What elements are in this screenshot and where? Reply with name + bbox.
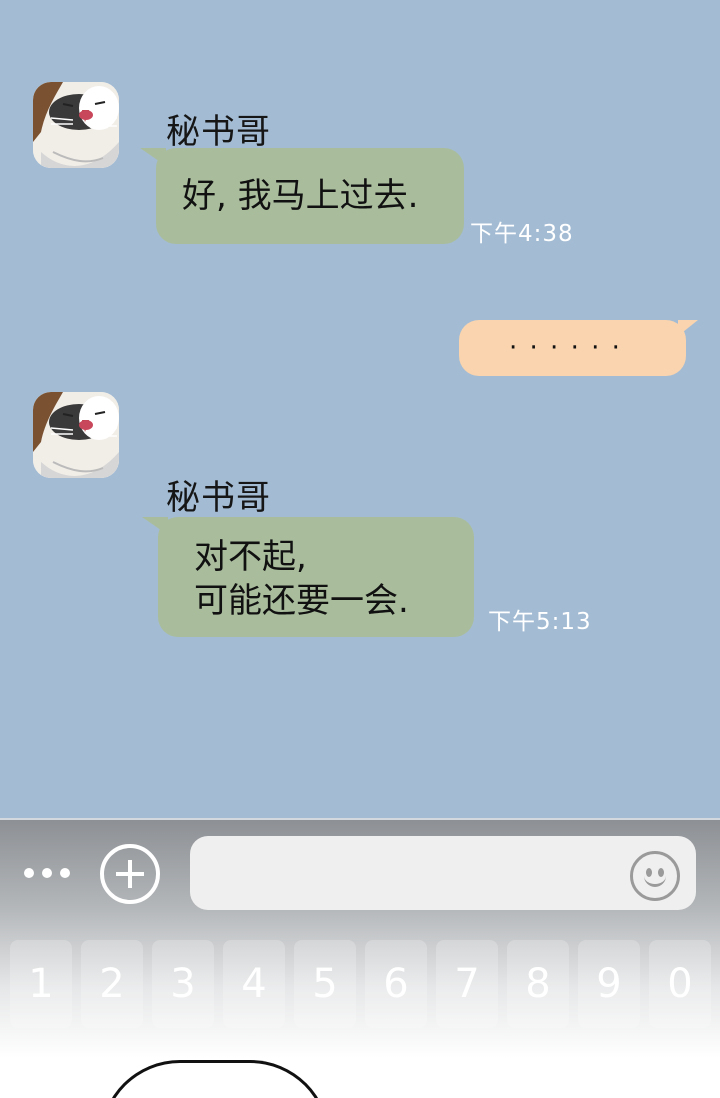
key-8[interactable]: 8 bbox=[507, 940, 569, 1028]
message-bubble-incoming[interactable]: 好, 我马上过去. bbox=[156, 148, 464, 244]
chat-area[interactable]: 秘书哥 好, 我马上过去. 下午4:38 · · · · · · 秘书哥 对不起… bbox=[0, 0, 720, 818]
message-text: 好, 我马上过去. bbox=[182, 176, 419, 216]
key-0[interactable]: 0 bbox=[649, 940, 711, 1028]
avatar[interactable] bbox=[33, 82, 119, 168]
message-text: · · · · · · bbox=[509, 333, 622, 363]
key-6[interactable]: 6 bbox=[365, 940, 427, 1028]
message-text: 对不起, 可能还要一会. bbox=[194, 537, 409, 621]
key-9[interactable]: 9 bbox=[578, 940, 640, 1028]
key-2[interactable]: 2 bbox=[81, 940, 143, 1028]
key-1[interactable]: 1 bbox=[10, 940, 72, 1028]
key-7[interactable]: 7 bbox=[436, 940, 498, 1028]
more-dots-icon[interactable] bbox=[22, 868, 76, 880]
key-5[interactable]: 5 bbox=[294, 940, 356, 1028]
message-input[interactable] bbox=[190, 836, 696, 910]
sender-name: 秘书哥 bbox=[166, 478, 271, 518]
divider bbox=[0, 818, 720, 820]
number-key-row: 1 2 3 4 5 6 7 8 9 0 bbox=[0, 940, 720, 1030]
smiley-icon[interactable] bbox=[630, 851, 680, 901]
avatar[interactable] bbox=[33, 392, 119, 478]
message-bubble-incoming[interactable]: 对不起, 可能还要一会. bbox=[158, 517, 474, 637]
key-4[interactable]: 4 bbox=[223, 940, 285, 1028]
key-3[interactable]: 3 bbox=[152, 940, 214, 1028]
message-time: 下午5:13 bbox=[488, 609, 592, 635]
message-bubble-outgoing[interactable]: · · · · · · bbox=[459, 320, 686, 376]
plus-circle-icon[interactable] bbox=[100, 844, 160, 904]
input-bar: 1 2 3 4 5 6 7 8 9 0 bbox=[0, 818, 720, 1098]
sender-name: 秘书哥 bbox=[166, 112, 271, 152]
message-time: 下午4:38 bbox=[470, 221, 574, 247]
